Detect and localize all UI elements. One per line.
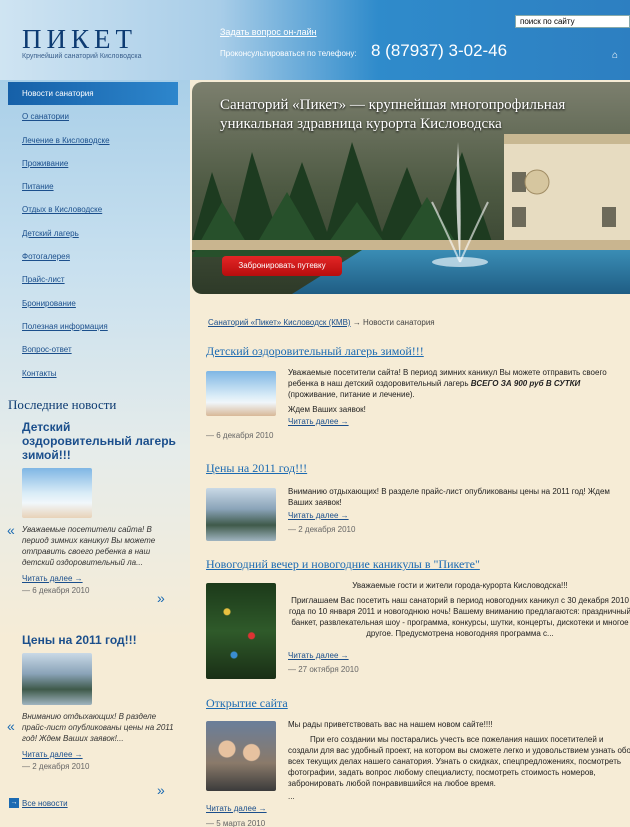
side-news-title[interactable]: Цены на 2011 год!!! <box>22 633 177 647</box>
post-text-part: Приглашаем Вас посетить наш санаторий в … <box>288 596 630 638</box>
post-read-more[interactable]: Читать далее → <box>288 417 349 426</box>
post-date: — 2 декабря 2010 <box>288 525 356 534</box>
post-text-part: ... <box>288 792 295 801</box>
post-read-more[interactable]: Читать далее → <box>288 651 349 660</box>
post-text-part: Уважаемые гости и жители города-курорта … <box>352 581 568 590</box>
post-text: Мы рады приветствовать вас на нашем ново… <box>288 719 630 802</box>
post-text-part: При его создании мы постарались учесть в… <box>288 735 630 788</box>
news-post: Новогодний вечер и новогодние каникулы в… <box>206 557 630 679</box>
nav-item-food[interactable]: Питание <box>8 175 178 198</box>
main-nav: Новости санатория О санатории Лечение в … <box>8 82 178 385</box>
nav-item-prices[interactable]: Прайс-лист <box>8 268 178 291</box>
post-image[interactable] <box>206 371 276 416</box>
post-read-more[interactable]: Читать далее → <box>288 511 349 520</box>
post-text: Уважаемые гости и жители города-курорта … <box>288 580 630 639</box>
phone-number: 8 (87937) 3-02-46 <box>371 41 508 60</box>
news-post: Детский оздоровительный лагерь зимой!!! … <box>206 344 630 440</box>
news-post: Цены на 2011 год!!! Вниманию отдыхающих!… <box>206 461 630 541</box>
phone-label: Проконсультироваться по телефону: <box>220 49 357 58</box>
breadcrumb: Санаторий «Пикет» Кисловодск (КМВ) → Нов… <box>208 318 435 327</box>
post-date: — 5 марта 2010 <box>206 819 266 827</box>
post-image[interactable] <box>206 721 276 791</box>
nav-item-useful-info[interactable]: Полезная информация <box>8 315 178 338</box>
post-date: — 6 декабря 2010 <box>206 431 274 440</box>
breadcrumb-current: → Новости санатория <box>352 318 435 327</box>
post-text-bold: ВСЕГО ЗА 900 руб В СУТКИ <box>470 379 581 388</box>
logo-subtitle: Крупнейший санаторий Кисловодска <box>22 53 142 60</box>
post-title[interactable]: Цены на 2011 год!!! <box>206 461 630 476</box>
side-news-read-more[interactable]: Читать далее → <box>22 750 177 759</box>
banner-headline: Санаторий «Пикет» — крупнейшая многопроф… <box>220 97 566 132</box>
breadcrumb-home-link[interactable]: Санаторий «Пикет» Кисловодск (КМВ) <box>208 318 351 327</box>
post-image[interactable] <box>206 583 276 679</box>
side-news-title[interactable]: Детский оздоровительный лагерь зимой!!! <box>22 420 177 462</box>
post-date: — 27 октября 2010 <box>288 665 359 674</box>
post-title[interactable]: Детский оздоровительный лагерь зимой!!! <box>206 344 630 359</box>
search-input[interactable] <box>515 15 630 28</box>
side-news-date: — 6 декабря 2010 <box>22 586 90 595</box>
nav-item-kids-camp[interactable]: Детский лагерь <box>8 222 178 245</box>
side-news-read-more[interactable]: Читать далее → <box>22 574 177 583</box>
next-arrow-icon[interactable]: » <box>157 590 165 606</box>
site-header: ПИКЕТ Крупнейший санаторий Кисловодска З… <box>0 0 630 80</box>
side-news-date: — 2 декабря 2010 <box>22 762 90 771</box>
nav-item-contacts[interactable]: Контакты <box>8 362 178 385</box>
post-image[interactable] <box>206 488 276 541</box>
side-news-text: Вниманию отдыхающих! В разделе прайс-лис… <box>22 712 174 743</box>
post-text: Уважаемые посетители сайта! В период зим… <box>288 367 630 415</box>
all-news-link[interactable]: Все новости <box>22 799 68 808</box>
prev-arrow-icon[interactable]: « <box>7 718 15 734</box>
latest-news-title: Последние новости <box>8 397 117 412</box>
post-text-part: (проживание, питание и лечение). <box>288 390 415 399</box>
post-title[interactable]: Открытие сайта <box>206 696 630 711</box>
nav-item-booking[interactable]: Бронирование <box>8 292 178 315</box>
side-news-text: Уважаемые посетители сайта! В период зим… <box>22 525 156 567</box>
side-news-item: Детский оздоровительный лагерь зимой!!! … <box>22 420 177 595</box>
post-text: Вниманию отдыхающих! В разделе прайс-лис… <box>288 487 610 507</box>
post-text-part: Ждем Ваших заявок! <box>288 405 366 414</box>
next-arrow-icon[interactable]: » <box>157 782 165 798</box>
news-post: Открытие сайта Мы рады приветствовать ва… <box>206 696 630 827</box>
ask-online-link[interactable]: Задать вопрос он-лайн <box>220 27 317 37</box>
nav-item-treatment[interactable]: Лечение в Кисловодске <box>8 129 178 152</box>
prev-arrow-icon[interactable]: « <box>7 522 15 538</box>
post-title[interactable]: Новогодний вечер и новогодние каникулы в… <box>206 557 630 572</box>
nav-item-accommodation[interactable]: Проживание <box>8 152 178 175</box>
nav-item-news[interactable]: Новости санатория <box>8 82 178 106</box>
nav-item-leisure[interactable]: Отдых в Кисловодске <box>8 198 178 221</box>
side-news-item: Цены на 2011 год!!! Вниманию отдыхающих!… <box>22 633 177 771</box>
side-news-image[interactable] <box>22 653 92 705</box>
book-voucher-button[interactable]: Забронировать путевку <box>222 256 342 276</box>
sidebar: Новости санатория О санатории Лечение в … <box>0 80 190 827</box>
post-read-more[interactable]: Читать далее → <box>206 804 267 813</box>
nav-item-gallery[interactable]: Фотогалерея <box>8 245 178 268</box>
side-news-image[interactable] <box>22 468 92 518</box>
nav-item-faq[interactable]: Вопрос-ответ <box>8 338 178 361</box>
post-text-part: Мы рады приветствовать вас на нашем ново… <box>288 720 493 729</box>
arrow-right-icon: → <box>9 798 19 808</box>
nav-item-about[interactable]: О санатории <box>8 105 178 128</box>
home-icon[interactable]: ⌂ <box>612 50 618 61</box>
logo-title[interactable]: ПИКЕТ <box>22 24 137 55</box>
